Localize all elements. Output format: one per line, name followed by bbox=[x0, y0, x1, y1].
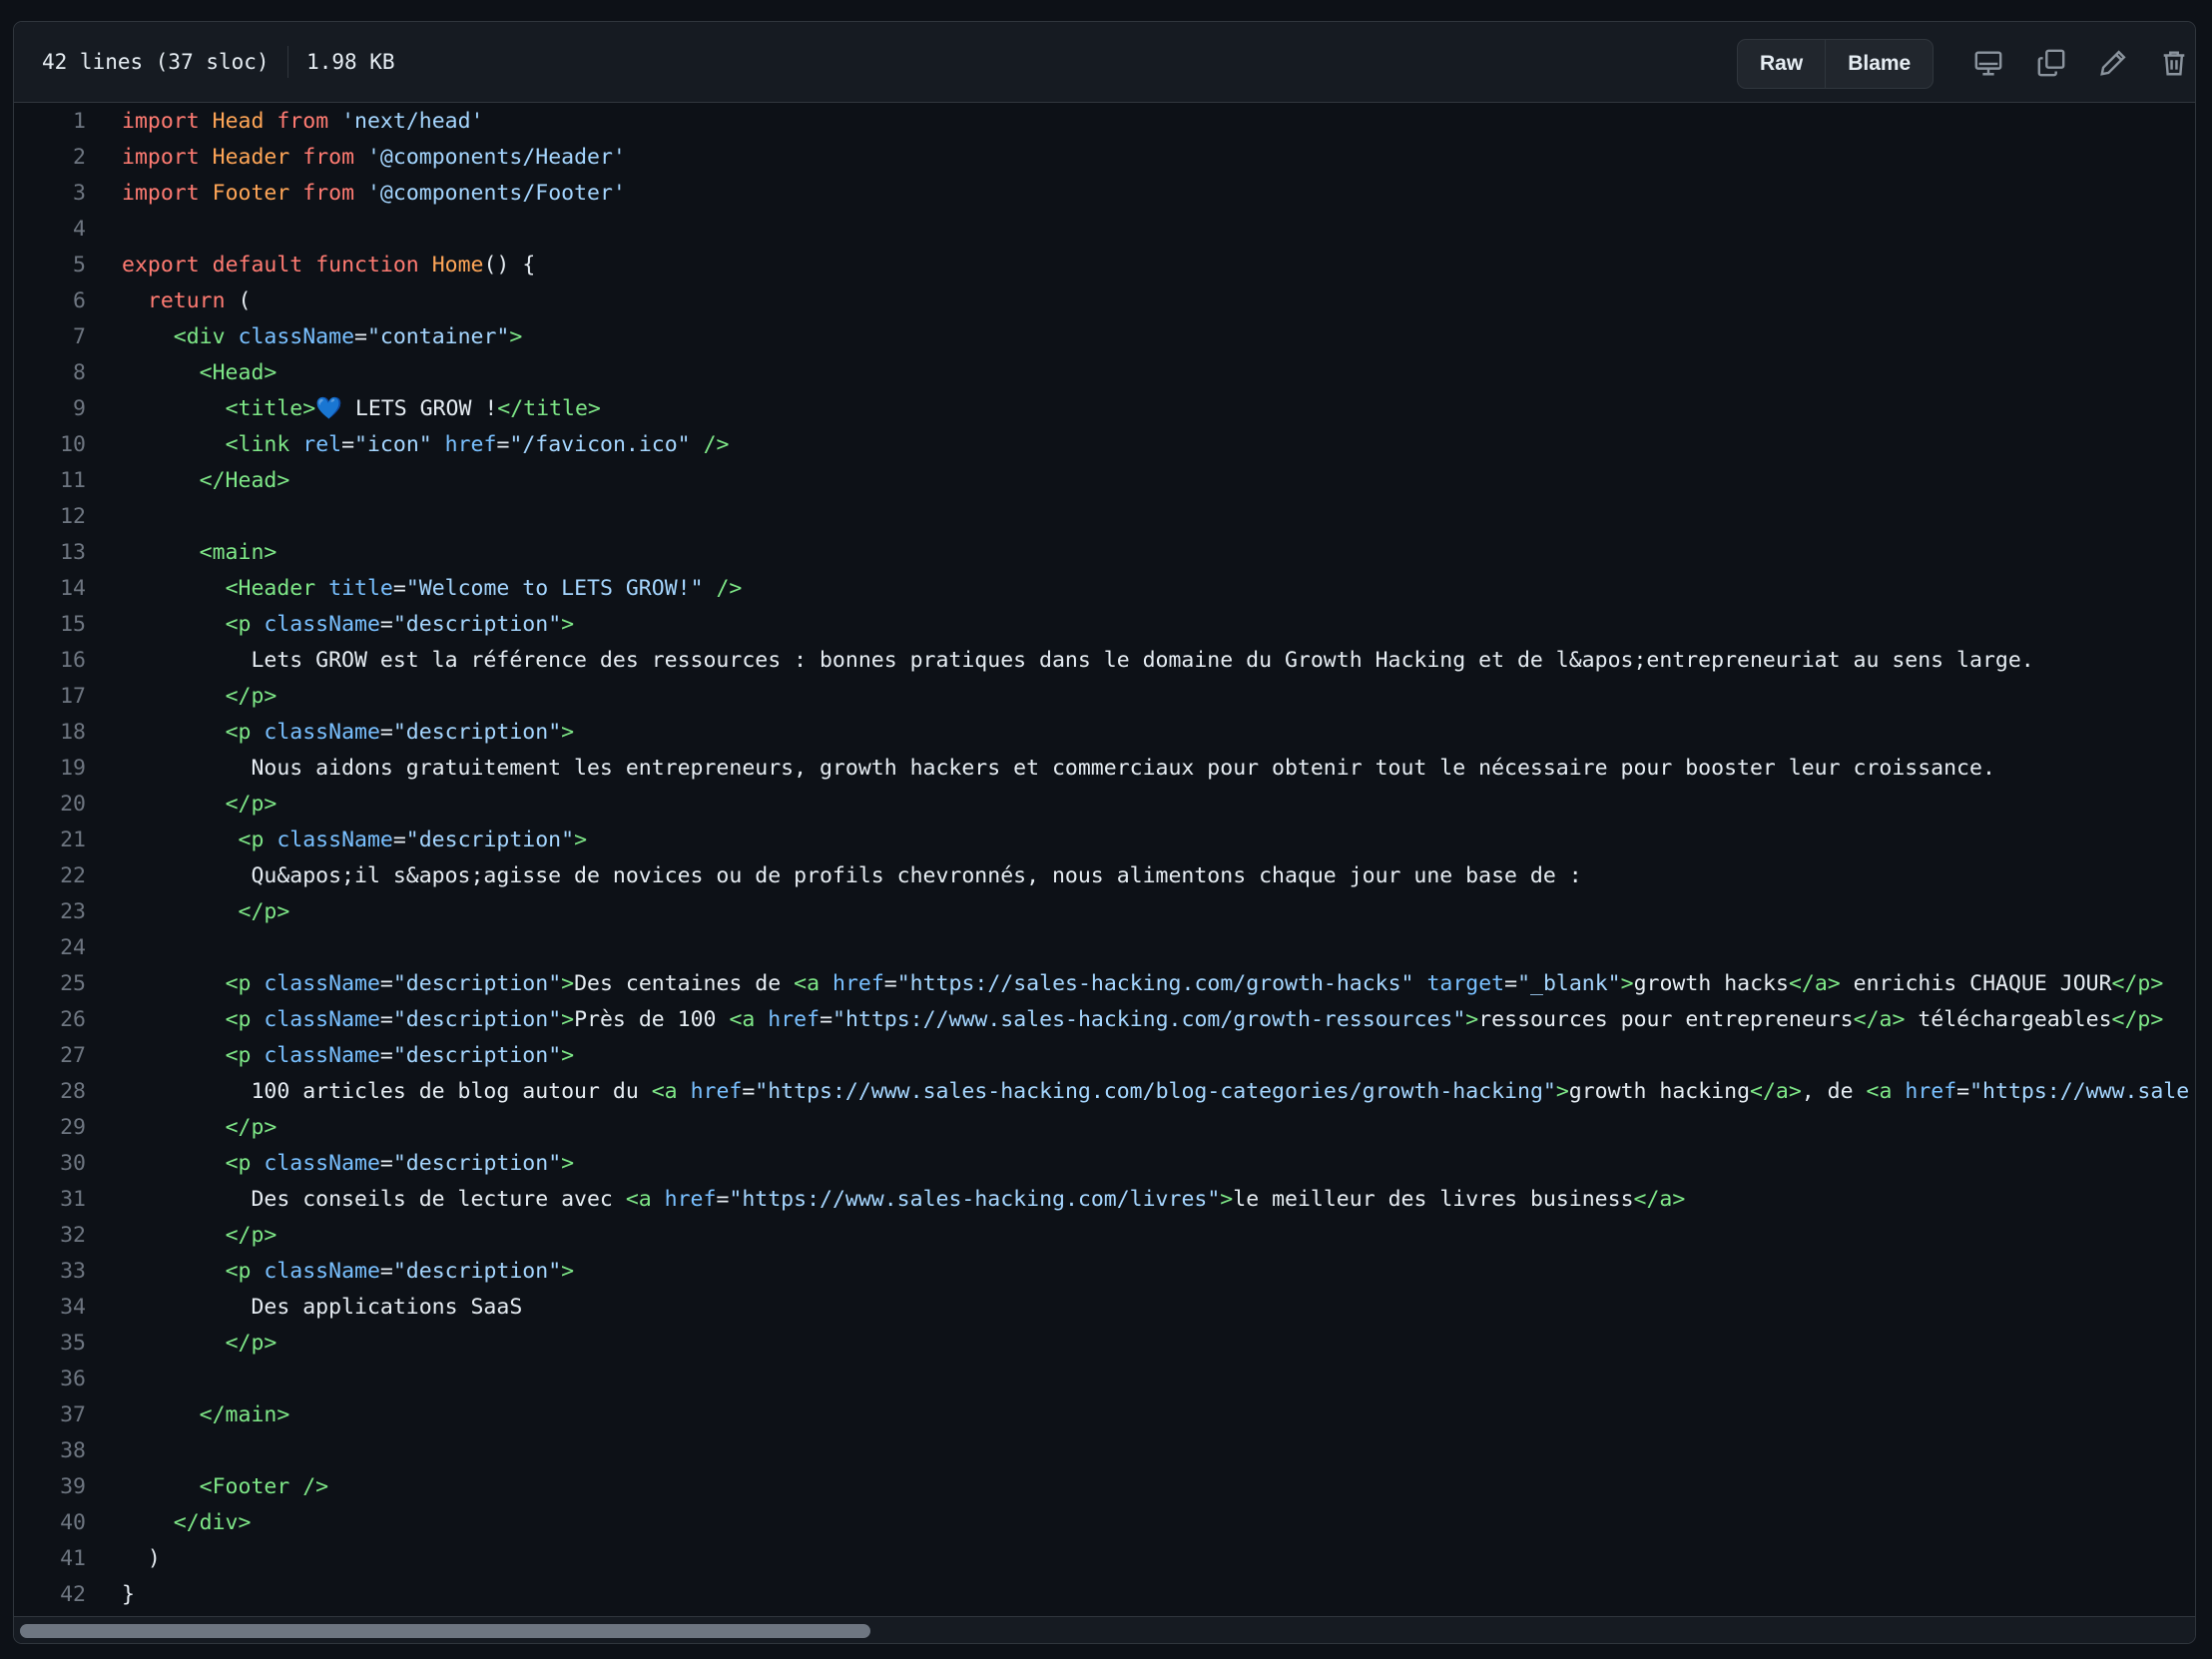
line-content: import Head from 'next/head' bbox=[122, 109, 484, 134]
file-viewer: 42 lines (37 sloc) 1.98 KB Raw Blame 1 i… bbox=[13, 21, 2196, 1644]
line-content: <link rel="icon" href="/favicon.ico" /> bbox=[225, 432, 730, 457]
line-content: return ( bbox=[147, 288, 252, 313]
raw-blame-group: Raw Blame bbox=[1737, 39, 1935, 89]
line-number[interactable]: 12 bbox=[14, 499, 86, 535]
line-number[interactable]: 23 bbox=[14, 894, 86, 930]
line-content: Qu&apos;il s&apos;agisse de novices ou d… bbox=[122, 863, 1582, 888]
line-content: import Header from '@components/Header' bbox=[122, 145, 626, 170]
trash-icon[interactable] bbox=[2154, 44, 2194, 82]
divider bbox=[286, 46, 289, 78]
line-number[interactable]: 16 bbox=[14, 643, 86, 679]
line-number[interactable]: 4 bbox=[14, 212, 86, 248]
line-content: <div className="container"> bbox=[173, 324, 523, 349]
line-content: <p className="description"> bbox=[225, 612, 575, 637]
line-number[interactable]: 20 bbox=[14, 787, 86, 823]
line-content: </p> bbox=[238, 899, 290, 924]
line-number[interactable]: 39 bbox=[14, 1469, 86, 1505]
line-content: 100 articles de blog autour du <a href="… bbox=[122, 1079, 2190, 1104]
line-number[interactable]: 27 bbox=[14, 1038, 86, 1074]
line-content: <p className="description"> bbox=[225, 1151, 575, 1176]
line-number[interactable]: 3 bbox=[14, 176, 86, 212]
line-number[interactable]: 7 bbox=[14, 319, 86, 355]
line-content: Lets GROW est la référence des ressource… bbox=[122, 648, 2034, 673]
line-number[interactable]: 35 bbox=[14, 1326, 86, 1362]
line-number[interactable]: 42 bbox=[14, 1577, 86, 1613]
line-number[interactable]: 37 bbox=[14, 1397, 86, 1433]
line-number[interactable]: 9 bbox=[14, 391, 86, 427]
line-number[interactable]: 41 bbox=[14, 1541, 86, 1577]
line-number[interactable]: 36 bbox=[14, 1362, 86, 1397]
line-content: </p> bbox=[225, 1223, 277, 1248]
scrollbar-thumb[interactable] bbox=[20, 1624, 870, 1638]
line-content: <main> bbox=[199, 540, 277, 565]
line-content: Nous aidons gratuitement les entrepreneu… bbox=[122, 756, 1995, 781]
line-number[interactable]: 26 bbox=[14, 1002, 86, 1038]
line-number[interactable]: 17 bbox=[14, 679, 86, 715]
line-number[interactable]: 19 bbox=[14, 751, 86, 787]
line-number[interactable]: 30 bbox=[14, 1146, 86, 1182]
line-number[interactable]: 1 bbox=[14, 104, 86, 140]
line-content: Des conseils de lecture avec <a href="ht… bbox=[122, 1187, 1686, 1212]
file-header: 42 lines (37 sloc) 1.98 KB Raw Blame bbox=[14, 22, 2195, 103]
line-content: <p className="description"> bbox=[225, 1259, 575, 1284]
line-number[interactable]: 14 bbox=[14, 571, 86, 607]
horizontal-scrollbar[interactable] bbox=[14, 1616, 2195, 1643]
line-content: ) bbox=[122, 1546, 161, 1571]
line-number[interactable]: 5 bbox=[14, 248, 86, 283]
line-number[interactable]: 32 bbox=[14, 1218, 86, 1254]
line-content: <p className="description">Des centaines… bbox=[225, 971, 2164, 996]
line-number[interactable]: 33 bbox=[14, 1254, 86, 1290]
line-content: </p> bbox=[225, 1331, 277, 1356]
line-number[interactable]: 31 bbox=[14, 1182, 86, 1218]
line-number[interactable]: 13 bbox=[14, 535, 86, 571]
line-number[interactable]: 11 bbox=[14, 463, 86, 499]
line-content: <Footer /> bbox=[199, 1474, 329, 1499]
line-number[interactable]: 24 bbox=[14, 930, 86, 966]
line-number[interactable]: 28 bbox=[14, 1074, 86, 1110]
line-number[interactable]: 15 bbox=[14, 607, 86, 643]
line-number[interactable]: 40 bbox=[14, 1505, 86, 1541]
line-number[interactable]: 18 bbox=[14, 715, 86, 751]
line-number[interactable]: 6 bbox=[14, 283, 86, 319]
raw-button[interactable]: Raw bbox=[1738, 40, 1825, 88]
line-number[interactable]: 2 bbox=[14, 140, 86, 176]
line-number[interactable]: 8 bbox=[14, 355, 86, 391]
line-content: } bbox=[122, 1582, 135, 1607]
line-content: </main> bbox=[199, 1402, 290, 1427]
line-count: 42 lines (37 sloc) bbox=[42, 50, 270, 74]
line-number[interactable]: 10 bbox=[14, 427, 86, 463]
line-content: <p className="description"> bbox=[225, 1043, 575, 1068]
line-number[interactable]: 22 bbox=[14, 858, 86, 894]
line-content: export default function Home() { bbox=[122, 253, 536, 277]
line-content: <p className="description"> bbox=[238, 828, 588, 852]
line-number[interactable]: 38 bbox=[14, 1433, 86, 1469]
file-size: 1.98 KB bbox=[306, 50, 395, 74]
line-number[interactable]: 29 bbox=[14, 1110, 86, 1146]
line-number[interactable]: 25 bbox=[14, 966, 86, 1002]
blame-button[interactable]: Blame bbox=[1825, 40, 1933, 88]
line-content: </div> bbox=[173, 1510, 252, 1535]
line-content: <p className="description"> bbox=[225, 720, 575, 745]
line-content: <Header title="Welcome to LETS GROW!" /> bbox=[225, 576, 743, 601]
copy-icon[interactable] bbox=[2031, 44, 2071, 82]
line-content: <Head> bbox=[199, 360, 277, 385]
line-content: <title>💙 LETS GROW !</title> bbox=[225, 396, 601, 421]
line-content: </p> bbox=[225, 792, 277, 817]
line-content: </p> bbox=[225, 1115, 277, 1140]
pencil-icon[interactable] bbox=[2093, 44, 2133, 82]
code-view: 1 import Head from 'next/head' 2 import Hea… bbox=[14, 104, 2195, 1613]
desktop-icon[interactable] bbox=[1968, 44, 2008, 82]
file-info: 42 lines (37 sloc) 1.98 KB bbox=[42, 22, 395, 102]
line-number[interactable]: 21 bbox=[14, 823, 86, 858]
line-content: </p> bbox=[225, 684, 277, 709]
line-content: Des applications SaaS bbox=[122, 1295, 523, 1320]
line-content: import Footer from '@components/Footer' bbox=[122, 181, 626, 206]
line-number[interactable]: 34 bbox=[14, 1290, 86, 1326]
line-content: <p className="description">Près de 100 <… bbox=[225, 1007, 2164, 1032]
line-content: </Head> bbox=[199, 468, 290, 493]
